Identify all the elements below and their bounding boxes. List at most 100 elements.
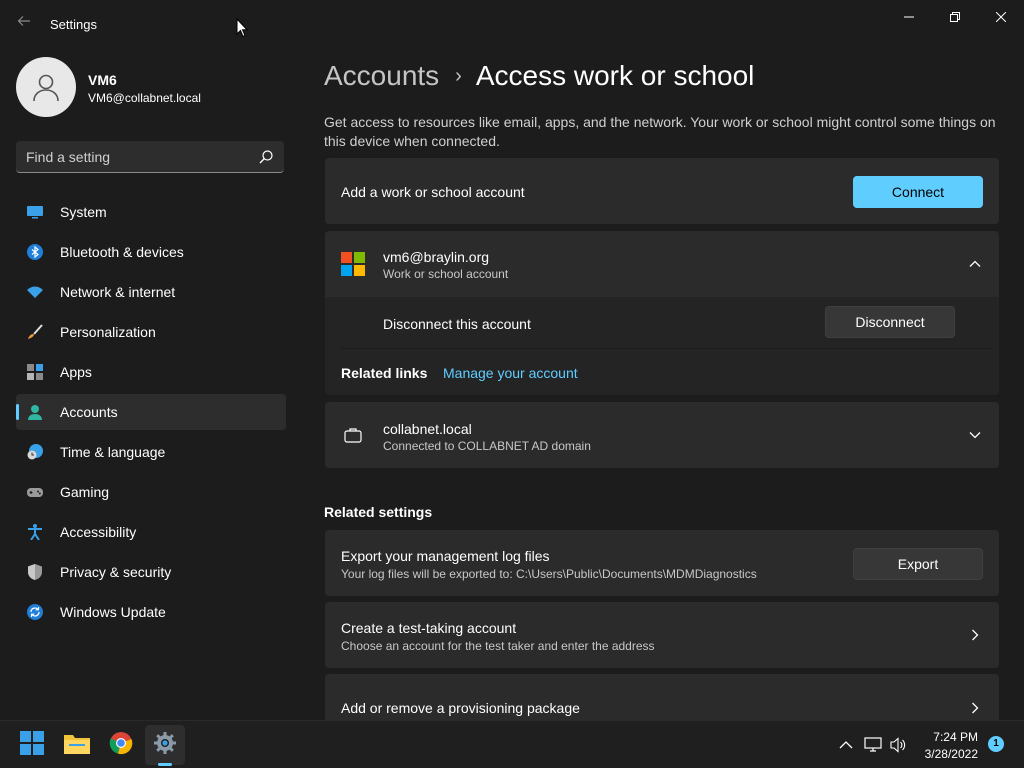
account-card-braylin: vm6@braylin.org Work or school account D…: [325, 231, 999, 395]
sidebar-item-label: Windows Update: [60, 604, 166, 620]
export-title: Export your management log files: [341, 548, 550, 564]
windows-logo-icon: [20, 730, 44, 760]
sidebar-item-label: Privacy & security: [60, 564, 172, 580]
clock-date[interactable]: 3/28/2022: [914, 747, 978, 761]
wifi-icon: [27, 284, 43, 300]
chevron-up-icon[interactable]: [967, 256, 983, 272]
file-explorer-button[interactable]: [57, 725, 97, 765]
gamepad-icon: [27, 484, 43, 500]
chrome-icon: [109, 731, 133, 760]
add-account-card: Add a work or school account Connect: [325, 158, 999, 224]
sidebar-item-network[interactable]: Network & internet: [16, 274, 286, 310]
brush-icon: [27, 324, 43, 340]
chrome-button[interactable]: [101, 725, 141, 765]
sidebar-item-windows-update[interactable]: Windows Update: [16, 594, 286, 630]
sidebar-item-system[interactable]: System: [16, 194, 286, 230]
clock-time[interactable]: 7:24 PM: [924, 730, 978, 744]
minimize-button[interactable]: [886, 4, 932, 30]
microsoft-logo-icon: [341, 252, 365, 276]
network-icon[interactable]: [864, 736, 882, 754]
search-icon[interactable]: [258, 149, 274, 165]
restore-button[interactable]: [932, 4, 978, 30]
export-button[interactable]: Export: [853, 548, 983, 580]
test-account-subtitle: Choose an account for the test taker and…: [341, 639, 655, 653]
sidebar-item-label: Gaming: [60, 484, 110, 500]
sidebar-item-accessibility[interactable]: Accessibility: [16, 514, 286, 550]
shield-icon: [27, 564, 43, 580]
app-title: Settings: [50, 17, 97, 32]
avatar: [16, 57, 76, 117]
chevron-right-icon[interactable]: [967, 700, 983, 716]
provisioning-card[interactable]: Add or remove a provisioning package: [325, 674, 999, 720]
taskbar: 7:24 PM 3/28/2022: [0, 720, 1024, 768]
disconnect-row: Disconnect this account Disconnect: [325, 298, 999, 348]
chevron-up-icon[interactable]: [837, 736, 855, 754]
search-box[interactable]: [16, 141, 284, 173]
sidebar-item-label: System: [60, 204, 107, 220]
sidebar-item-personalization[interactable]: Personalization: [16, 314, 286, 350]
related-links-label: Related links: [341, 365, 428, 381]
sidebar-item-label: Apps: [60, 364, 92, 380]
settings-gear-icon: [153, 731, 177, 760]
disconnect-button[interactable]: Disconnect: [825, 306, 955, 338]
page-title: Access work or school: [475, 60, 755, 91]
notification-badge[interactable]: 1: [988, 736, 1004, 752]
briefcase-icon: [344, 426, 362, 444]
domain-name: collabnet.local: [383, 421, 472, 437]
accessibility-icon: [27, 524, 43, 541]
profile-email: VM6@collabnet.local: [88, 91, 201, 105]
related-settings-heading: Related settings: [324, 504, 433, 520]
settings-taskbar-button[interactable]: [145, 725, 185, 765]
chevron-down-icon[interactable]: [967, 427, 983, 443]
title-bar: Settings: [0, 0, 1024, 48]
clock-globe-icon: [27, 444, 43, 460]
apps-icon: [27, 364, 43, 380]
search-input[interactable]: [26, 141, 246, 172]
close-button[interactable]: [978, 4, 1024, 30]
page-description: Get access to resources like email, apps…: [324, 114, 996, 149]
account-type: Work or school account: [383, 267, 509, 281]
sidebar-item-label: Time & language: [60, 444, 166, 460]
sidebar-item-label: Accessibility: [60, 524, 137, 540]
sidebar-item-label: Network & internet: [60, 284, 176, 300]
sidebar-item-gaming[interactable]: Gaming: [16, 474, 286, 510]
domain-status: Connected to COLLABNET AD domain: [383, 439, 591, 453]
accounts-icon: [27, 404, 43, 420]
sidebar-item-privacy[interactable]: Privacy & security: [16, 554, 286, 590]
volume-icon[interactable]: [889, 736, 907, 754]
folder-icon: [64, 732, 90, 759]
active-app-indicator: [158, 763, 172, 766]
mouse-cursor-icon: [236, 17, 249, 43]
account-header[interactable]: vm6@braylin.org Work or school account: [325, 231, 999, 297]
back-arrow-icon[interactable]: [14, 14, 34, 34]
account-email: vm6@braylin.org: [383, 249, 490, 265]
chevron-right-icon[interactable]: [967, 627, 983, 643]
account-card-collabnet[interactable]: collabnet.local Connected to COLLABNET A…: [325, 402, 999, 468]
user-profile: VM6 VM6@collabnet.local: [16, 57, 286, 117]
test-account-title: Create a test-taking account: [341, 620, 517, 636]
profile-name: VM6: [88, 72, 117, 88]
provisioning-title: Add or remove a provisioning package: [341, 700, 580, 716]
export-subtitle: Your log files will be exported to: C:\U…: [341, 567, 757, 581]
update-icon: [27, 604, 43, 620]
sidebar-item-label: Personalization: [60, 324, 156, 340]
sidebar-item-time-language[interactable]: Time & language: [16, 434, 286, 470]
sidebar-item-bluetooth[interactable]: Bluetooth & devices: [16, 234, 286, 270]
export-logs-card: Export your management log files Your lo…: [325, 530, 999, 596]
manage-account-link[interactable]: Manage your account: [443, 365, 578, 381]
sidebar-item-apps[interactable]: Apps: [16, 354, 286, 390]
connect-button[interactable]: Connect: [853, 176, 983, 208]
test-account-card[interactable]: Create a test-taking account Choose an a…: [325, 602, 999, 668]
sidebar-item-label: Bluetooth & devices: [60, 244, 184, 260]
start-button[interactable]: [12, 725, 52, 765]
disconnect-label: Disconnect this account: [383, 316, 531, 332]
breadcrumb: Accounts › Access work or school: [324, 58, 754, 94]
breadcrumb-parent[interactable]: Accounts: [324, 60, 439, 92]
system-icon: [27, 204, 43, 220]
sidebar-item-accounts[interactable]: Accounts: [16, 394, 286, 430]
related-links-row: Related links Manage your account: [325, 349, 999, 395]
sidebar-nav: System Bluetooth & devices Network & int…: [16, 194, 286, 634]
breadcrumb-separator: ›: [455, 64, 462, 87]
bluetooth-icon: [27, 244, 43, 260]
add-account-label: Add a work or school account: [341, 184, 525, 200]
